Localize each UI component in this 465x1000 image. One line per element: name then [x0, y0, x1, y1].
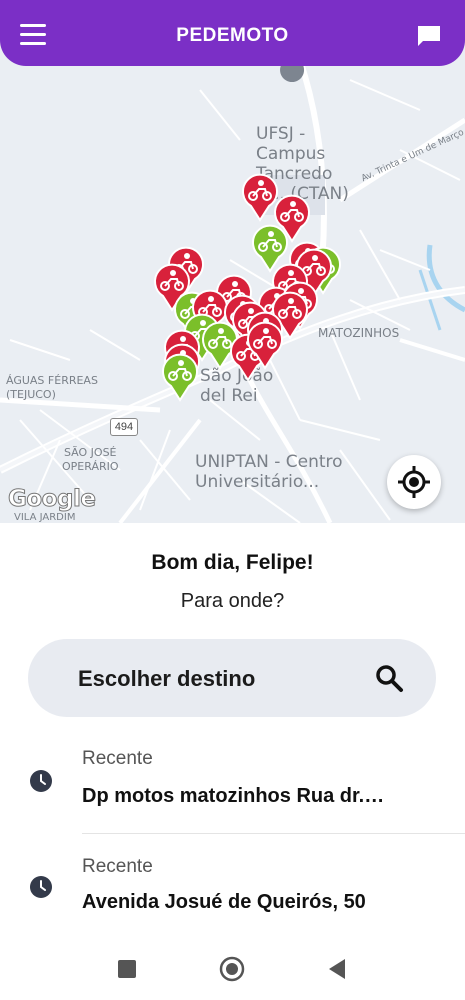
- motorcycle-icon: [162, 353, 198, 402]
- circle-home-icon[interactable]: [219, 956, 245, 982]
- clock-icon: [30, 770, 52, 792]
- motorcycle-icon: [247, 321, 283, 370]
- map-view[interactable]: UFSJ - Campus Tancredo N... (CTAN) Av. T…: [0, 0, 465, 523]
- map-label-sao-jose: SÃO JOSÉ OPERÁRIO: [62, 446, 119, 473]
- recent-destination-item[interactable]: Recente Dp motos matozinhos Rua dr.…: [0, 740, 465, 835]
- choose-destination-label: Escolher destino: [78, 666, 256, 691]
- map-streets: [0, 0, 465, 523]
- recent-label: Recente: [82, 856, 153, 877]
- recent-address: Dp motos matozinhos Rua dr.…: [82, 785, 385, 807]
- crosshair-icon: [398, 466, 430, 498]
- motorcycle-driver-pin[interactable]: [245, 320, 285, 370]
- clock-icon: [30, 876, 52, 898]
- destination-question: Para onde?: [180, 590, 285, 612]
- recent-address: Avenida Josué de Queirós, 50: [82, 891, 366, 913]
- triangle-back-icon[interactable]: [327, 958, 347, 980]
- chat-bubble-icon[interactable]: [416, 24, 442, 48]
- app-title: PEDEMOTO: [176, 25, 289, 46]
- map-label-vila-jardim: VILA JARDIM: [14, 512, 76, 523]
- search-icon: [376, 665, 403, 692]
- map-label-uniptan: UNIPTAN - Centro Universitário...: [195, 452, 343, 492]
- recent-label: Recente: [82, 748, 153, 769]
- system-navigation-bar: [0, 940, 465, 1000]
- motorcycle-driver-pin[interactable]: [160, 352, 200, 402]
- map-label-aguas-ferreas: ÁGUAS FÉRREAS (TEJUCO): [6, 374, 98, 401]
- map-label-matozinhos: MATOZINHOS: [318, 326, 400, 340]
- list-divider: [82, 833, 465, 834]
- my-location-button[interactable]: [387, 455, 441, 509]
- square-recent-apps-icon[interactable]: [117, 959, 137, 979]
- recent-destination-item[interactable]: Recente Avenida Josué de Queirós, 50: [0, 848, 465, 943]
- app-header: PEDEMOTO: [0, 0, 465, 66]
- greeting-text: Bom dia, Felipe!: [151, 551, 314, 574]
- choose-destination-button[interactable]: Escolher destino: [28, 639, 436, 717]
- road-shield-494: 494: [110, 418, 138, 436]
- google-logo: Google: [7, 486, 96, 513]
